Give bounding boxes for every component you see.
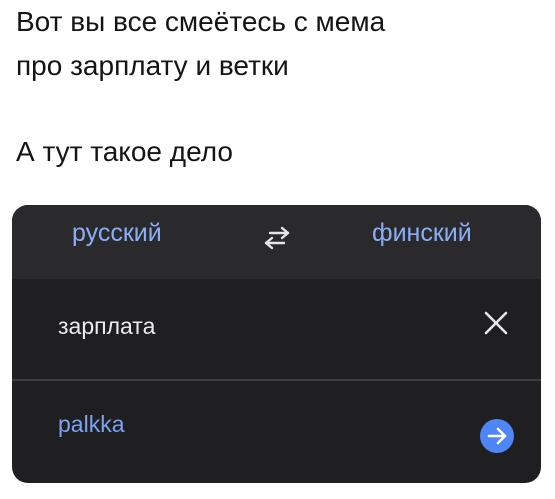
caption-line-1: Вот вы все смеётесь с мема — [16, 6, 386, 37]
source-text: зарплата — [58, 313, 156, 339]
source-text-area[interactable]: зарплата — [12, 279, 541, 379]
language-bar: русский финский — [12, 205, 541, 279]
target-language-button[interactable]: финский — [372, 219, 472, 248]
close-icon[interactable] — [480, 307, 512, 339]
translation-area: palkka — [12, 381, 541, 483]
caption-line-2: про зарплату и ветки — [16, 50, 289, 81]
translator-panel: русский финский зарплата palkka — [12, 205, 541, 483]
swap-arrows-icon[interactable] — [260, 225, 294, 251]
translation-text: palkka — [58, 411, 125, 437]
caption-line-3: А тут такое дело — [16, 136, 233, 167]
source-language-button[interactable]: русский — [72, 219, 162, 248]
arrow-right-circle-icon[interactable] — [480, 419, 514, 453]
